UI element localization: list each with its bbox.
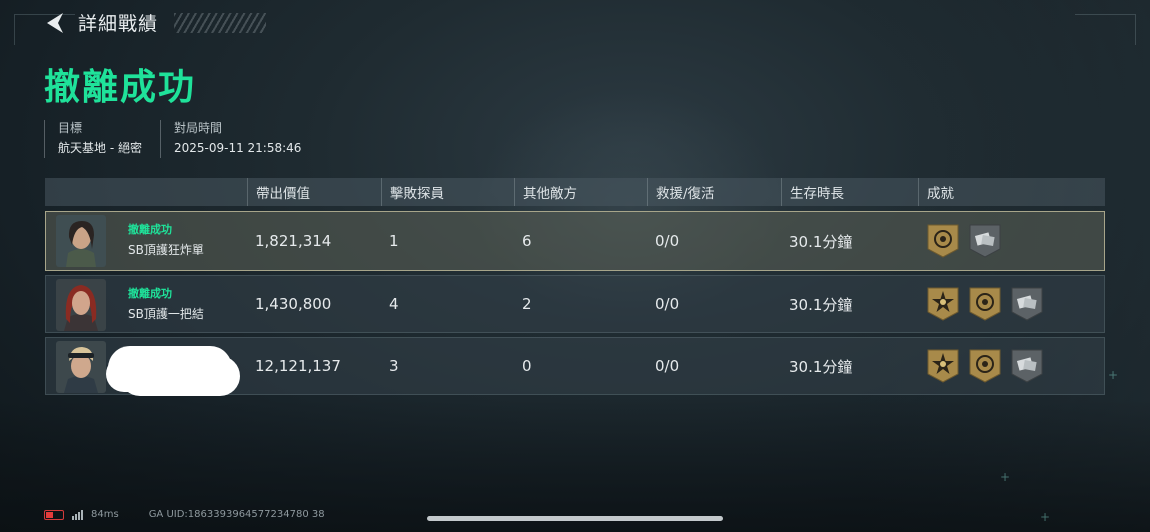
operators-defeated: 1 — [389, 232, 399, 250]
survival-time: 30.1分鐘 — [789, 295, 853, 314]
header-achievements: 成就 — [918, 178, 954, 206]
other-enemies: 6 — [522, 232, 532, 250]
avatar — [56, 279, 106, 331]
gold-star-badge-icon[interactable] — [926, 286, 960, 322]
top-header: 詳細戰績 — [44, 9, 267, 36]
achievements — [926, 212, 1002, 270]
gray-card-badge-icon[interactable] — [968, 223, 1002, 259]
other-enemies: 2 — [522, 295, 532, 313]
player-info: 撤離成功 SB頂護狂炸單 — [128, 222, 204, 260]
gold-shield-badge-icon[interactable] — [968, 286, 1002, 322]
operators-defeated: 4 — [389, 295, 399, 313]
table-header: 帶出價值 擊敗探員 其他敵方 救援/復活 生存時長 成就 — [45, 178, 1105, 206]
gray-card-badge-icon[interactable] — [1010, 348, 1044, 384]
extracted-value: 1,430,800 — [255, 295, 332, 313]
target-block: 目標 航天基地 - 絕密 — [44, 120, 142, 158]
crosshair-mark-icon: + — [1108, 368, 1119, 382]
rescue-revive: 0/0 — [655, 357, 680, 375]
ping-value: 84ms — [91, 509, 119, 520]
crosshair-mark-icon: + — [1000, 470, 1011, 484]
match-time-label: 對局時間 — [173, 121, 222, 135]
player-name: SB頂護一把結 — [128, 307, 204, 321]
status-footer: 84ms GA UID:1863393964577234780 38 — [44, 509, 325, 520]
gray-card-badge-icon[interactable] — [1010, 286, 1044, 322]
match-time-block: 對局時間 2025-09-11 21:58:46 — [159, 120, 302, 158]
target-label: 目標 — [58, 121, 83, 135]
scoreboard-table: 帶出價值 擊敗探員 其他敵方 救援/復活 生存時長 成就 撤離成功 SB頂護狂炸… — [45, 178, 1105, 395]
header-survival-time: 生存時長 — [781, 178, 844, 206]
result-title: 撤離成功 — [44, 67, 197, 108]
table-row[interactable]: 撤離成功 SB頂護狂炸單 1,821,314 1 6 0/0 30.1分鐘 — [45, 211, 1105, 271]
achievements — [926, 338, 1044, 394]
header-other-enemies: 其他敵方 — [514, 178, 577, 206]
other-enemies: 0 — [522, 357, 532, 375]
extracted-value: 1,821,314 — [255, 232, 332, 250]
header-operators-defeated: 擊敗探員 — [381, 178, 444, 206]
back-arrow-icon[interactable] — [44, 10, 66, 36]
header-decoration — [174, 12, 267, 33]
player-info: 撤離成功 SB頂護一把結 — [128, 286, 204, 324]
home-indicator[interactable] — [427, 516, 723, 521]
match-meta: 目標 航天基地 - 絕密 對局時間 2025-09-11 21:58:46 — [44, 120, 301, 158]
signal-icon — [72, 509, 83, 520]
survival-time: 30.1分鐘 — [789, 357, 853, 376]
achievements — [926, 276, 1044, 332]
battery-icon — [44, 509, 64, 520]
player-uid: GA UID:1863393964577234780 38 — [148, 509, 325, 520]
extracted-value: 12,121,137 — [255, 357, 341, 375]
rescue-revive: 0/0 — [655, 232, 680, 250]
survival-time: 30.1分鐘 — [789, 232, 853, 251]
gold-star-badge-icon[interactable] — [926, 348, 960, 384]
player-name: SB頂護狂炸單 — [128, 243, 204, 257]
redacted-player-name — [108, 346, 232, 390]
gold-shield-badge-icon[interactable] — [968, 348, 1002, 384]
page-title: 詳細戰績 — [78, 13, 159, 35]
avatar — [56, 215, 106, 267]
match-time-value: 2025-09-11 21:58:46 — [173, 141, 302, 155]
header-extracted-value: 帶出價值 — [247, 178, 310, 206]
operators-defeated: 3 — [389, 357, 399, 375]
header-rescue-revive: 救援/復活 — [647, 178, 715, 206]
frame-corner-top-right — [1075, 14, 1136, 45]
player-status: 撤離成功 — [128, 223, 172, 236]
target-value: 航天基地 - 絕密 — [58, 141, 142, 155]
crosshair-mark-icon: + — [1040, 510, 1051, 524]
rescue-revive: 0/0 — [655, 295, 680, 313]
table-row[interactable]: 撤離成功 SB頂護一把結 1,430,800 4 2 0/0 30.1分鐘 — [45, 275, 1105, 333]
gold-shield-badge-icon[interactable] — [926, 223, 960, 259]
player-status: 撤離成功 — [128, 287, 172, 300]
avatar — [56, 341, 106, 393]
table-row[interactable]: 12,121,137 3 0 0/0 30.1分鐘 — [45, 337, 1105, 395]
